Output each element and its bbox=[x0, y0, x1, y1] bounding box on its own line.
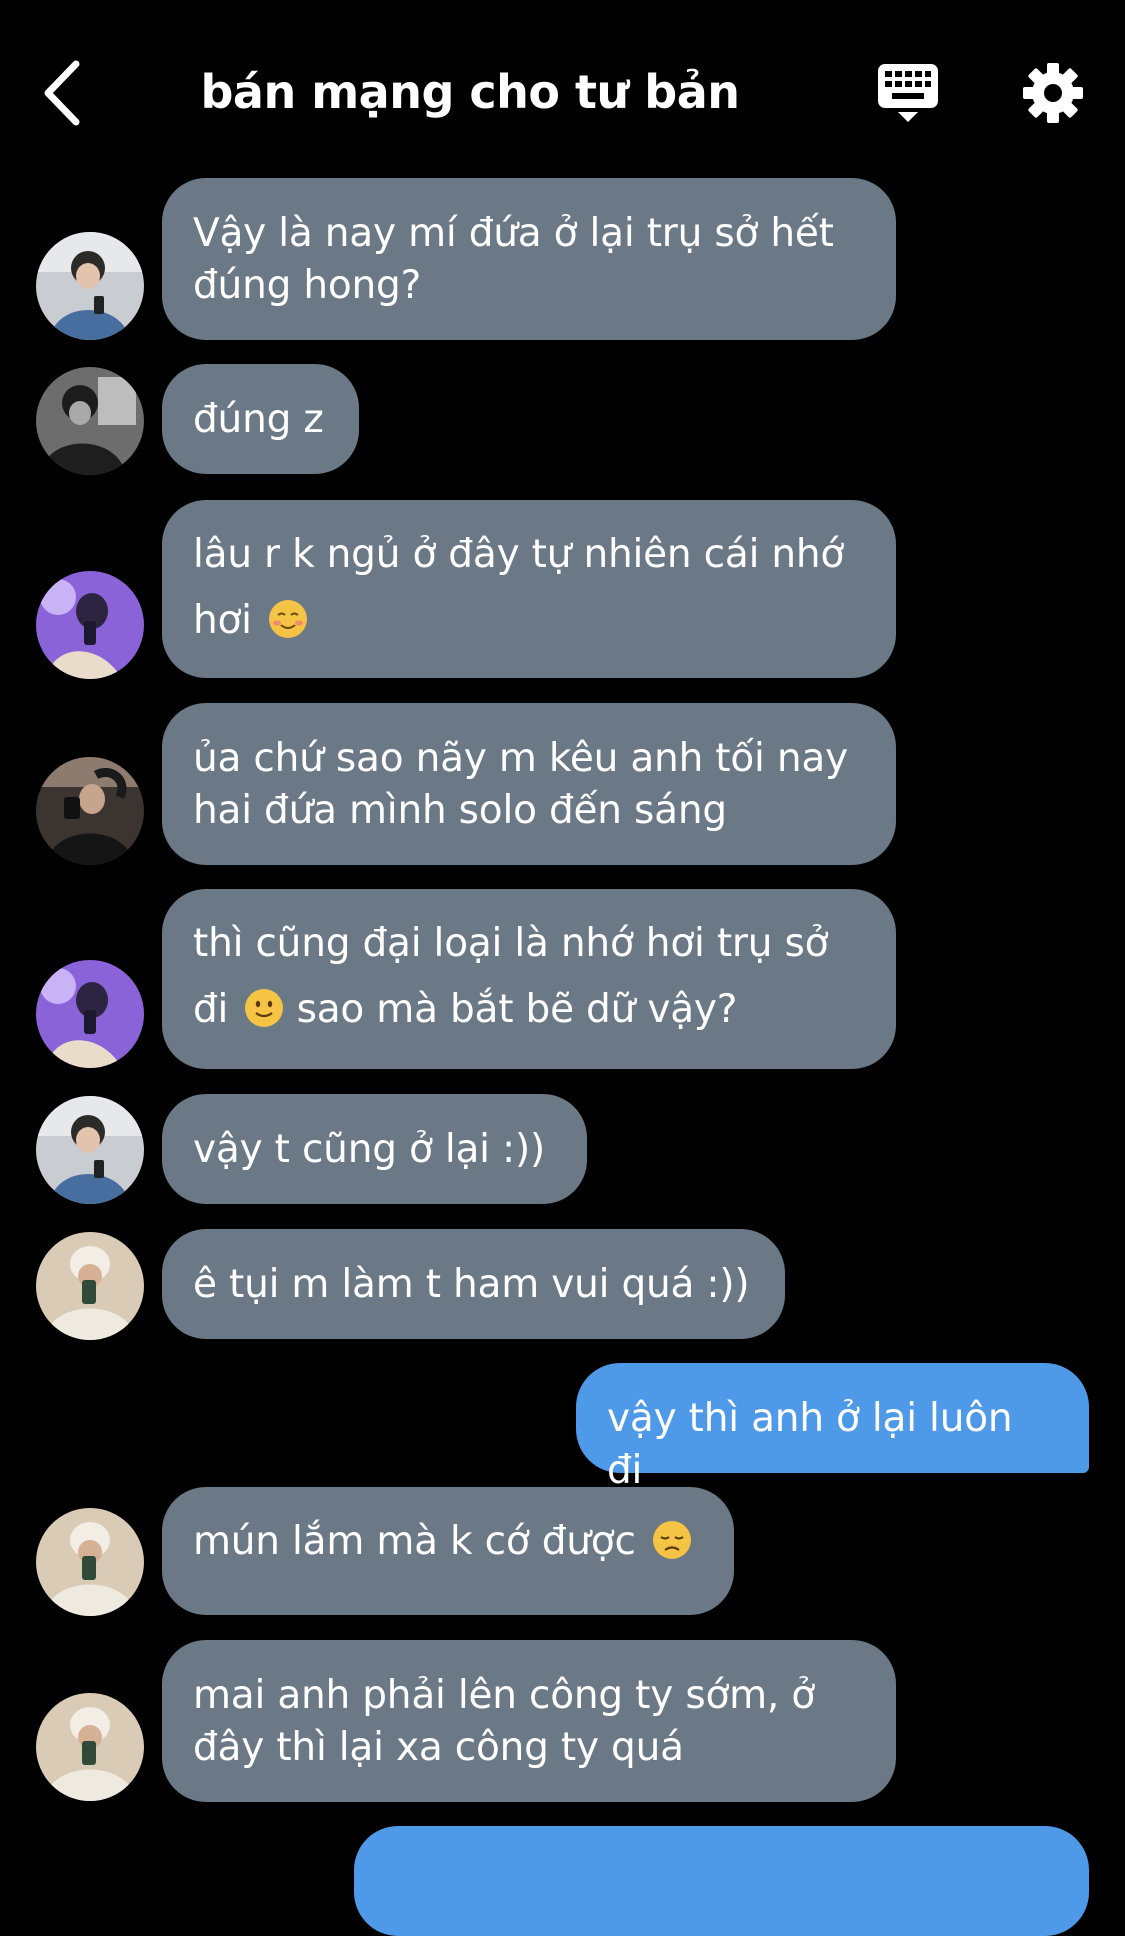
settings-button[interactable] bbox=[1022, 62, 1084, 124]
message-bubble[interactable]: đúng z bbox=[162, 364, 359, 474]
message-bubble[interactable]: mai anh phải lên công ty sớm, ở đây thì … bbox=[162, 1640, 896, 1802]
avatar[interactable] bbox=[36, 367, 144, 475]
message-bubble[interactable]: ê tụi m làm t ham vui quá :)) bbox=[162, 1229, 785, 1339]
message-bubble[interactable]: lâu r k ngủ ở đây tự nhiên cái nhớ hơi bbox=[162, 500, 896, 678]
chat-header: bán mạng cho tư bản bbox=[0, 0, 1125, 170]
keyboard-button[interactable] bbox=[876, 62, 940, 126]
message-text: đúng z bbox=[193, 397, 324, 442]
keyboard-icon bbox=[878, 64, 938, 122]
message-text: đi bbox=[193, 987, 229, 1032]
disappointed-face-icon bbox=[652, 1521, 691, 1559]
avatar[interactable] bbox=[36, 1096, 144, 1204]
chevron-left-icon bbox=[44, 60, 80, 126]
message-bubble[interactable]: thì cũng đại loại là nhớ hơi trụ sở đi s… bbox=[162, 889, 896, 1069]
message-text: sao mà bắt bẽ dữ vậy? bbox=[296, 987, 738, 1032]
avatar[interactable] bbox=[36, 232, 144, 340]
slightly-smiling-face-icon bbox=[245, 989, 284, 1027]
message-text: thì cũng đại loại là nhớ hơi trụ sở bbox=[193, 921, 829, 966]
message-text: vậy t cũng ở lại :)) bbox=[193, 1127, 545, 1172]
message-bubble[interactable]: ủa chứ sao nãy m kêu anh tối nay hai đứa… bbox=[162, 703, 896, 865]
message-bubble[interactable]: mún lắm mà k cớ được bbox=[162, 1487, 734, 1615]
avatar[interactable] bbox=[36, 757, 144, 865]
message-text: ê tụi m làm t ham vui quá :)) bbox=[193, 1262, 750, 1307]
message-text: mún lắm mà k cớ được bbox=[193, 1519, 636, 1564]
message-text-line: đi sao mà bắt bẽ dữ vậy? bbox=[193, 977, 866, 1043]
message-bubble[interactable]: vậy t cũng ở lại :)) bbox=[162, 1094, 587, 1204]
message-bubble[interactable]: Vậy là nay mí đứa ở lại trụ sở hết đúng … bbox=[162, 178, 896, 340]
avatar[interactable] bbox=[36, 960, 144, 1068]
smiling-face-icon bbox=[269, 600, 308, 638]
avatar[interactable] bbox=[36, 1232, 144, 1340]
avatar[interactable] bbox=[36, 1508, 144, 1616]
chat-title: bán mạng cho tư bản bbox=[200, 65, 741, 119]
avatar[interactable] bbox=[36, 571, 144, 679]
message-text: Vậy là nay mí đứa ở lại trụ sở hết đúng … bbox=[193, 211, 834, 308]
avatar[interactable] bbox=[36, 1693, 144, 1801]
outgoing-message-bubble[interactable]: vậy thì anh ở lại luôn đi bbox=[576, 1363, 1089, 1493]
outgoing-message-bubble[interactable] bbox=[354, 1826, 1089, 1936]
back-button[interactable] bbox=[40, 58, 90, 128]
message-text: mai anh phải lên công ty sớm, ở đây thì … bbox=[193, 1673, 815, 1770]
message-text: vậy thì anh ở lại luôn đi bbox=[607, 1396, 1013, 1493]
message-text: ủa chứ sao nãy m kêu anh tối nay hai đứa… bbox=[193, 736, 848, 833]
gear-icon bbox=[1023, 63, 1083, 123]
